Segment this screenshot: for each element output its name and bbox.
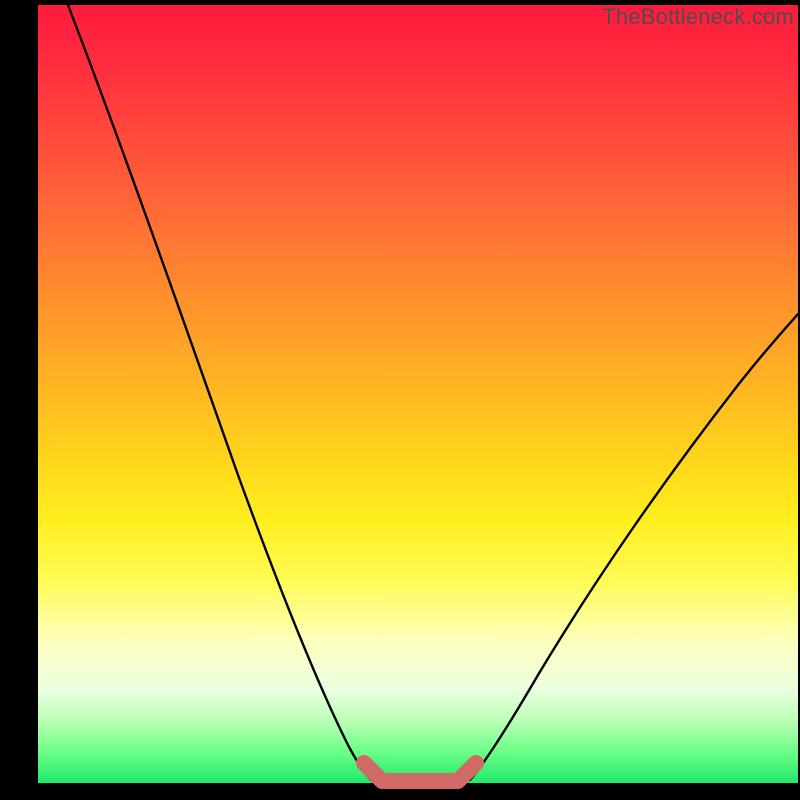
right-curve [470,314,798,780]
left-curve [68,5,371,780]
chart-curves [38,5,798,783]
chart-frame: TheBottleneck.com [0,0,800,800]
bottom-highlight [364,763,476,781]
